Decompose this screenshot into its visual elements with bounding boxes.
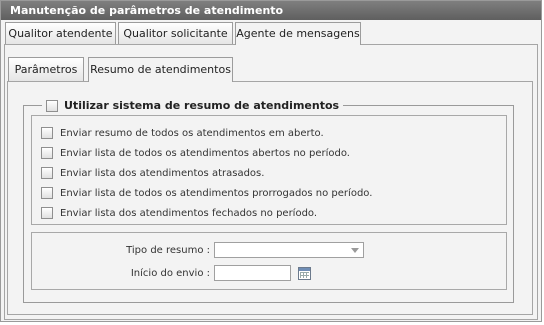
schedule-form-box: Tipo de resumo : Início do envio : [31, 232, 507, 290]
calendar-icon[interactable] [298, 266, 311, 280]
window-title: Manutenção de parâmetros de atendimento [1, 1, 541, 20]
tab-qualitor-solicitante[interactable]: Qualitor solicitante [118, 22, 233, 44]
tab-agente-de-mensagens[interactable]: Agente de mensagens [235, 22, 361, 45]
option-item: Enviar lista de todos os atendimentos ab… [41, 146, 350, 160]
option-checkbox[interactable] [41, 147, 53, 159]
option-item: Enviar lista dos atendimentos atrasados. [41, 166, 264, 180]
summary-type-row: Tipo de resumo : [110, 242, 364, 258]
summary-fieldset: Utilizar sistema de resumo de atendiment… [23, 98, 514, 303]
option-item: Enviar resumo de todos os atendimentos e… [41, 126, 324, 140]
summary-type-label: Tipo de resumo : [126, 244, 210, 256]
fieldset-legend: Utilizar sistema de resumo de atendiment… [42, 98, 344, 113]
option-label: Enviar lista dos atendimentos fechados n… [60, 207, 318, 219]
option-checkbox[interactable] [41, 207, 53, 219]
option-checkbox[interactable] [41, 127, 53, 139]
option-label: Enviar lista de todos os atendimentos pr… [60, 187, 373, 199]
agente-mensagens-content: Parâmetros Resumo de atendimentos Utiliz… [4, 44, 538, 320]
parameters-panel: Manutenção de parâmetros de atendimento … [0, 0, 542, 322]
option-item: Enviar lista de todos os atendimentos pr… [41, 186, 372, 200]
enable-summary-label: Utilizar sistema de resumo de atendiment… [64, 99, 340, 112]
option-item: Enviar lista dos atendimentos fechados n… [41, 206, 317, 220]
option-label: Enviar resumo de todos os atendimentos e… [60, 127, 324, 139]
option-label: Enviar lista dos atendimentos atrasados. [60, 167, 265, 179]
send-start-input[interactable] [214, 265, 291, 281]
chevron-down-icon [351, 248, 359, 253]
send-start-label: Início do envio : [130, 267, 210, 279]
tab-parametros[interactable]: Parâmetros [8, 57, 84, 81]
options-box: Enviar resumo de todos os atendimentos e… [31, 115, 507, 225]
option-label: Enviar lista de todos os atendimentos ab… [60, 147, 350, 159]
option-checkbox[interactable] [41, 187, 53, 199]
summary-type-select[interactable] [214, 242, 364, 258]
resumo-content: Utilizar sistema de resumo de atendiment… [7, 81, 533, 315]
option-checkbox[interactable] [41, 167, 53, 179]
tab-resumo-de-atendimentos[interactable]: Resumo de atendimentos [88, 57, 233, 82]
enable-summary-checkbox[interactable] [46, 99, 58, 112]
tab-qualitor-atendente[interactable]: Qualitor atendente [5, 22, 116, 44]
send-start-row: Início do envio : [110, 265, 311, 281]
